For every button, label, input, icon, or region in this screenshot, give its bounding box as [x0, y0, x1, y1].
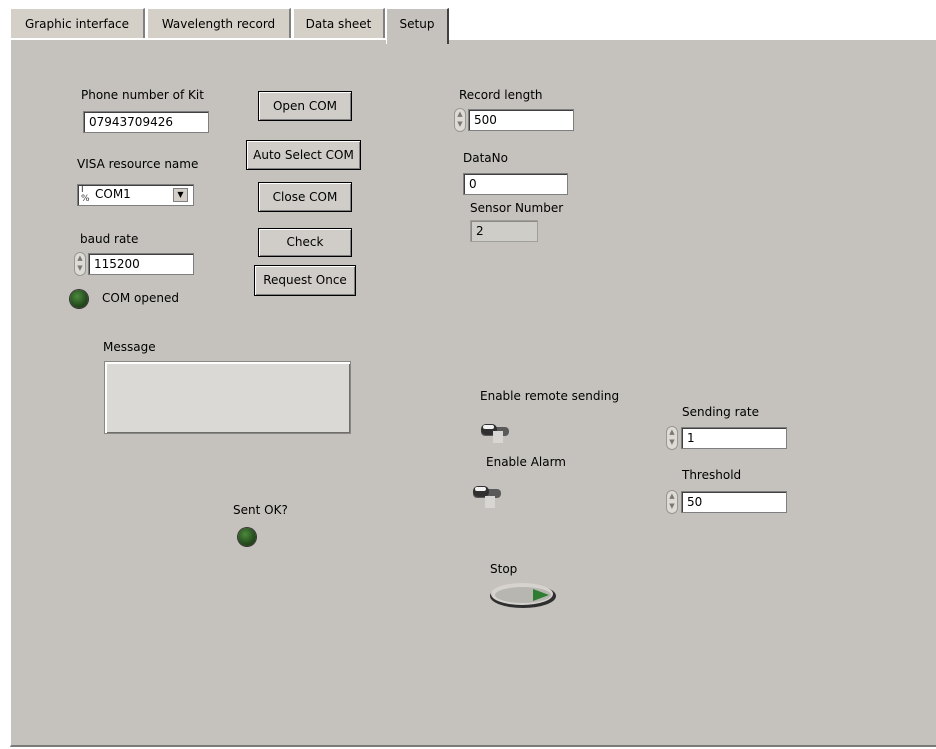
request-once-button[interactable]: Request Once [254, 265, 356, 296]
sent-ok-led [238, 528, 256, 546]
sensor-number-label: Sensor Number [470, 201, 564, 215]
record-length-field[interactable]: 500 [468, 109, 574, 131]
enable-remote-sending-toggle[interactable] [478, 417, 512, 443]
tab-wavelength-record[interactable]: Wavelength record [147, 8, 291, 38]
phone-number-field[interactable]: 07943709426 [83, 111, 209, 133]
record-length-label: Record length [459, 88, 543, 102]
stop-button-icon [490, 583, 556, 608]
sending-rate-field[interactable]: 1 [681, 427, 787, 449]
enable-alarm-label: Enable Alarm [486, 455, 566, 469]
auto-select-com-button[interactable]: Auto Select COM [246, 140, 361, 170]
stop-label: Stop [490, 562, 518, 576]
sensor-number-display: 2 [470, 220, 538, 242]
sent-ok-label: Sent OK? [233, 503, 288, 517]
threshold-spinner-icon[interactable]: ▲ ▼ [666, 490, 678, 514]
tab-divider [10, 38, 936, 40]
baud-rate-label: baud rate [80, 232, 139, 246]
visa-resource-value: COM1 [95, 187, 131, 201]
enable-alarm-toggle[interactable] [470, 482, 504, 508]
threshold-field[interactable]: 50 [681, 491, 787, 513]
visa-resource-label: VISA resource name [77, 157, 199, 171]
baud-rate-field[interactable]: 115200 [88, 253, 194, 275]
tab-graphic-interface[interactable]: Graphic interface [10, 8, 145, 38]
stop-button[interactable] [489, 581, 557, 609]
io-prefix-icon: I% [81, 185, 90, 204]
sending-rate-spinner-icon[interactable]: ▲ ▼ [666, 426, 678, 450]
check-button[interactable]: Check [258, 228, 352, 257]
phone-number-label: Phone number of Kit [81, 88, 204, 102]
datano-label: DataNo [463, 151, 508, 165]
tab-setup[interactable]: Setup [386, 8, 449, 44]
chevron-down-icon[interactable]: ▼ [173, 188, 188, 202]
visa-resource-select[interactable]: I% COM1 ▼ [77, 184, 194, 206]
close-com-button[interactable]: Close COM [258, 182, 352, 212]
message-label: Message [103, 340, 156, 354]
open-com-button[interactable]: Open COM [258, 91, 352, 121]
threshold-label: Threshold [682, 468, 742, 482]
message-display [104, 361, 351, 434]
tab-strip: Graphic interface Wavelength record Data… [10, 8, 936, 44]
enable-remote-sending-label: Enable remote sending [480, 389, 620, 403]
record-length-spinner-icon[interactable]: ▲ ▼ [454, 108, 466, 132]
com-opened-label: COM opened [102, 291, 179, 305]
com-opened-led [70, 290, 88, 308]
sending-rate-label: Sending rate [682, 405, 759, 419]
tab-data-sheet[interactable]: Data sheet [293, 8, 385, 38]
baud-rate-spinner-icon[interactable]: ▲ ▼ [74, 252, 86, 276]
datano-field[interactable]: 0 [463, 173, 568, 195]
